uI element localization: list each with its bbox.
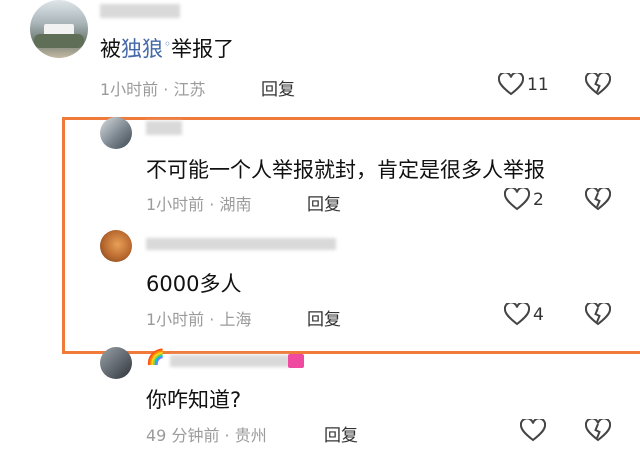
broken-heart-icon[interactable] [585,303,611,327]
reply-button[interactable]: 回复 [307,190,341,215]
heart-outline-icon [504,188,530,212]
like-count: 2 [533,190,544,210]
comment-meta: 49 分钟前 · 贵州 [146,426,267,445]
username-blurred[interactable] [100,4,180,18]
avatar[interactable] [100,347,132,379]
comment-text: 不可能一个人举报就封，肯定是很多人举报 [146,158,545,182]
comment-meta: 1小时前 · 上海 [146,310,252,329]
like-button[interactable] [520,419,546,443]
reply-button[interactable]: 回复 [261,75,295,100]
like-count: 4 [533,305,544,325]
avatar-trees [34,34,84,48]
like-button[interactable]: 4 [504,303,544,327]
like-button[interactable]: 11 [498,73,549,97]
avatar[interactable] [100,117,132,149]
comment-text: 被独狼◦举报了 [100,37,235,61]
username-blurred[interactable] [146,121,182,135]
broken-heart-icon[interactable] [585,73,611,97]
username-emoji: 🌈 [146,348,165,366]
heart-outline-icon [504,303,530,327]
heart-outline-icon [520,419,546,443]
heart-outline-icon [498,73,524,97]
reply-button[interactable]: 回复 [307,305,341,330]
comment-meta: 1小时前 · 江苏 [100,80,206,99]
comment-text: 你咋知道? [146,388,242,412]
broken-heart-icon[interactable] [585,419,611,443]
broken-heart-icon[interactable] [585,188,611,212]
like-count: 11 [527,75,549,95]
username-blurred[interactable] [170,355,290,367]
comment-text: 6000多人 [146,272,242,296]
reply-button[interactable]: 回复 [324,421,358,446]
avatar[interactable] [30,0,88,58]
avatar[interactable] [100,230,132,262]
comment-meta: 1小时前 · 湖南 [146,195,252,214]
mention-link[interactable]: 独狼 [121,37,163,61]
like-button[interactable]: 2 [504,188,544,212]
username-blurred[interactable] [146,238,336,250]
name-badge [288,354,304,368]
